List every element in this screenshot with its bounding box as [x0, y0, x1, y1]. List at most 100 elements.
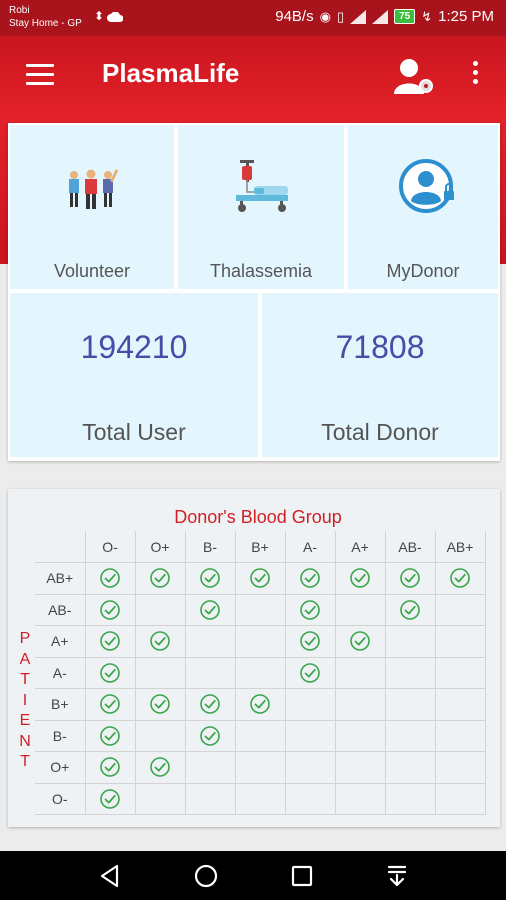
patient-row: A- [35, 656, 486, 689]
hamburger-menu-icon[interactable] [26, 64, 54, 86]
check-circle-icon [300, 631, 320, 652]
compatibility-card: Donor's Blood Group PATIENT O- O+ B- B+ A- A+… [8, 489, 500, 827]
recents-square-icon[interactable] [289, 863, 315, 889]
check-circle-icon [100, 631, 120, 652]
patient-group-header: AB+ [35, 562, 86, 595]
check-circle-icon [100, 662, 120, 683]
check-circle-icon [250, 694, 270, 715]
patient-row: B- [35, 719, 486, 752]
clock: 1:25 PM [438, 8, 494, 25]
patient-vertical-label: PATIENT [18, 629, 32, 773]
pull-down-icon[interactable] [384, 863, 410, 889]
compatible-cell [134, 688, 186, 721]
total-user-tile: 194210 Total User [10, 293, 258, 457]
patient-row: AB- [35, 593, 486, 626]
empty-cell [284, 719, 336, 752]
check-circle-icon [200, 599, 220, 620]
grid-corner [35, 531, 86, 563]
total-donor-value: 71808 [335, 329, 425, 365]
network-name: Stay Home - GP [9, 18, 82, 29]
user-settings-icon[interactable] [392, 56, 436, 96]
signal-icon-2 [372, 9, 389, 24]
empty-cell [334, 782, 386, 815]
thalassemia-label: Thalassemia [209, 261, 313, 281]
patient-group-header: AB- [35, 593, 86, 626]
patient-row: A+ [35, 625, 486, 658]
check-circle-icon [400, 599, 420, 620]
compatible-cell [84, 656, 136, 689]
compatible-cell [234, 688, 286, 721]
charging-icon: ↯ [421, 8, 433, 24]
compatible-cell [284, 593, 336, 626]
check-circle-icon [400, 568, 420, 589]
empty-cell [384, 625, 436, 658]
mydonor-tile[interactable]: MyDonor [348, 125, 498, 289]
app-title: PlasmaLife [102, 58, 240, 88]
empty-cell [134, 782, 186, 815]
status-right: 94B/s ◉ ▯ 75 ↯ 1:25 PM [275, 8, 494, 25]
patient-group-header: B- [35, 719, 86, 752]
compatible-cell [134, 751, 186, 784]
donor-group-header: B- [184, 531, 236, 563]
home-circle-icon[interactable] [193, 863, 219, 889]
total-donor-label: Total Donor [321, 419, 439, 445]
signal-icon [350, 9, 367, 24]
empty-cell [434, 593, 486, 626]
compatible-cell [334, 625, 386, 658]
compatible-cell [284, 656, 336, 689]
empty-cell [234, 625, 286, 658]
empty-cell [284, 751, 336, 784]
vibrate-icon: ▯ [336, 8, 345, 24]
back-triangle-icon[interactable] [97, 863, 123, 889]
check-circle-icon [300, 599, 320, 620]
dashboard-card: Volunteer Thalassemia MyDonor 194210 Tot [8, 123, 500, 461]
compatible-cell [84, 625, 136, 658]
total-user-label: Total User [82, 419, 186, 445]
empty-cell [134, 719, 186, 752]
patient-row: O- [35, 782, 486, 815]
check-circle-icon [150, 631, 170, 652]
donor-group-header: A+ [334, 531, 386, 563]
empty-cell [234, 593, 286, 626]
check-circle-icon [100, 788, 120, 809]
patient-letter: T [20, 671, 30, 688]
check-circle-icon [150, 757, 170, 778]
patient-group-header: B+ [35, 688, 86, 721]
volunteer-tile[interactable]: Volunteer [10, 125, 174, 289]
patient-group-header: A+ [35, 625, 86, 658]
battery-icon: 75 [394, 9, 416, 24]
empty-cell [234, 656, 286, 689]
donor-group-header: AB- [384, 531, 436, 563]
compatible-cell [284, 625, 336, 658]
total-donor-tile: 71808 Total Donor [262, 293, 498, 457]
empty-cell [434, 688, 486, 721]
empty-cell [434, 625, 486, 658]
check-circle-icon [300, 568, 320, 589]
empty-cell [384, 751, 436, 784]
empty-cell [434, 782, 486, 815]
more-vertical-icon[interactable] [466, 58, 484, 92]
compatible-cell [134, 562, 186, 595]
empty-cell [434, 751, 486, 784]
empty-cell [184, 656, 236, 689]
compatible-cell [84, 719, 136, 752]
total-user-value: 194210 [80, 329, 188, 365]
empty-cell [384, 719, 436, 752]
thalassemia-tile[interactable]: Thalassemia [178, 125, 344, 289]
compatible-cell [84, 782, 136, 815]
patient-letter: N [19, 732, 31, 750]
empty-cell [134, 593, 186, 626]
check-circle-icon [100, 599, 120, 620]
empty-cell [184, 782, 236, 815]
status-bar: Robi Stay Home - GP ⬍ 94B/s ◉ ▯ 75 ↯ 1:2… [0, 0, 506, 36]
app-bar: PlasmaLife [0, 36, 506, 114]
patient-letter: T [20, 753, 30, 770]
patient-letter: E [19, 712, 31, 729]
compatible-cell [184, 688, 236, 721]
check-circle-icon [300, 662, 320, 683]
empty-cell [184, 751, 236, 784]
check-circle-icon [350, 631, 370, 652]
empty-cell [134, 656, 186, 689]
compatible-cell [334, 562, 386, 595]
check-circle-icon [450, 568, 470, 589]
